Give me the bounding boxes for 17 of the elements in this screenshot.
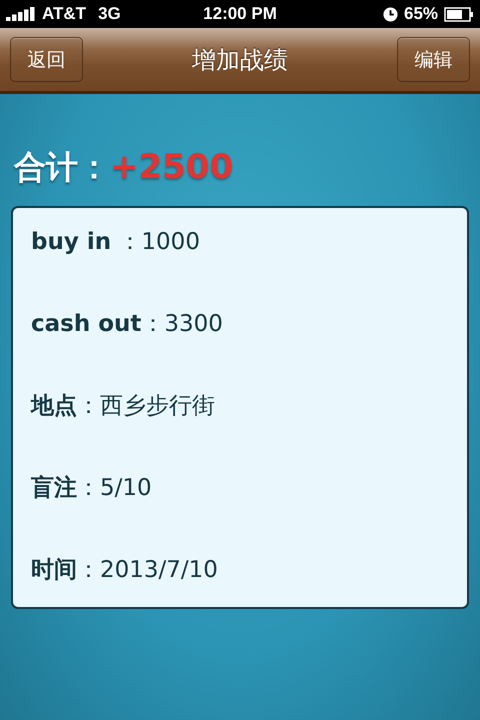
- clock-icon: [382, 6, 398, 22]
- detail-row-text: 盲注：5/10: [31, 474, 153, 503]
- edit-button[interactable]: 编辑: [397, 37, 470, 82]
- total-value: +2500: [110, 147, 234, 187]
- signal-icon: [6, 7, 36, 21]
- detail-row-text: 时间：2013/7/10: [31, 556, 219, 585]
- nav-title: 增加战绩: [192, 44, 288, 76]
- detail-row-text: buy in ：1000: [31, 228, 201, 257]
- battery-icon: [444, 6, 474, 22]
- network-type: 3G: [98, 4, 121, 24]
- detail-row-text: cash out：3300: [31, 310, 224, 339]
- detail-row-text: 地点：西乡步行街: [31, 392, 216, 421]
- carrier-name: AT&T: [42, 4, 86, 24]
- battery-percent: 65%: [404, 4, 438, 24]
- status-time: 12:00 PM: [203, 4, 277, 24]
- back-button[interactable]: 返回: [10, 37, 83, 82]
- total-label: 合计：: [14, 147, 110, 188]
